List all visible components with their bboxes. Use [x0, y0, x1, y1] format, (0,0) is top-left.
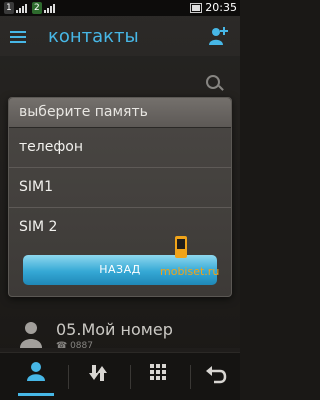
signal-strength-icon — [16, 3, 28, 13]
clock: 20:35 — [205, 1, 237, 14]
dialog-title: выберите память — [9, 98, 231, 128]
add-contact-icon[interactable] — [208, 25, 230, 47]
watermark-text: mobiset.ru — [160, 265, 220, 278]
call-log-icon — [89, 365, 107, 381]
contacts-tab[interactable] — [12, 353, 60, 400]
back-icon — [206, 366, 227, 384]
menu-icon[interactable] — [10, 31, 26, 43]
battery-icon — [190, 3, 202, 13]
watermark-phone-icon — [175, 236, 187, 258]
option-sim1[interactable]: SIM1 — [9, 170, 231, 208]
header: контакты — [0, 16, 240, 56]
signal-strength-icon — [44, 3, 56, 13]
sim1-indicator: 1 — [4, 2, 14, 14]
call-log-tab[interactable] — [74, 353, 122, 400]
bottom-toolbar — [0, 352, 240, 400]
watermark: mobiset.ru — [160, 235, 238, 295]
contacts-icon — [27, 362, 45, 381]
page-title: контакты — [48, 26, 139, 47]
screen: 1 2 20:35 контакты 05.Мой номер ☎ 0887 в… — [0, 0, 240, 400]
status-bar: 1 2 20:35 — [0, 0, 240, 16]
sim2-indicator: 2 — [32, 2, 42, 14]
dialpad-tab[interactable] — [134, 353, 182, 400]
dialpad-icon — [150, 364, 166, 380]
option-phone[interactable]: телефон — [9, 130, 231, 168]
back-tab[interactable] — [192, 353, 240, 400]
